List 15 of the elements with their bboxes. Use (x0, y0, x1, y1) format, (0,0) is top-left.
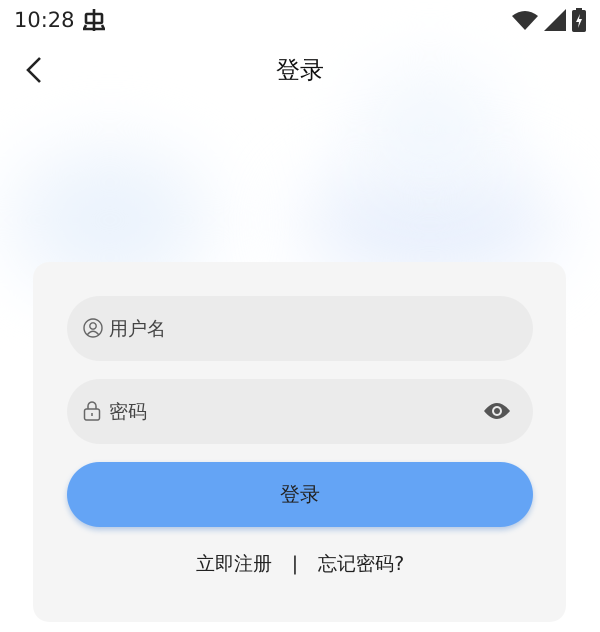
wifi-icon (512, 10, 538, 30)
username-field[interactable]: 用户名 (67, 296, 533, 361)
bug-icon (82, 8, 105, 32)
status-time: 10:28 (14, 8, 75, 32)
lock-icon (83, 401, 101, 421)
page-title: 登录 (276, 55, 324, 86)
register-link[interactable]: 立即注册 (196, 551, 272, 577)
show-password-icon[interactable] (483, 402, 511, 420)
user-icon (83, 318, 103, 338)
login-button[interactable]: 登录 (67, 462, 533, 527)
battery-icon (572, 8, 586, 32)
signal-icon (544, 9, 566, 31)
password-field[interactable]: 密码 (67, 379, 533, 444)
forgot-password-link[interactable]: 忘记密码? (318, 551, 404, 577)
separator: | (292, 553, 298, 575)
